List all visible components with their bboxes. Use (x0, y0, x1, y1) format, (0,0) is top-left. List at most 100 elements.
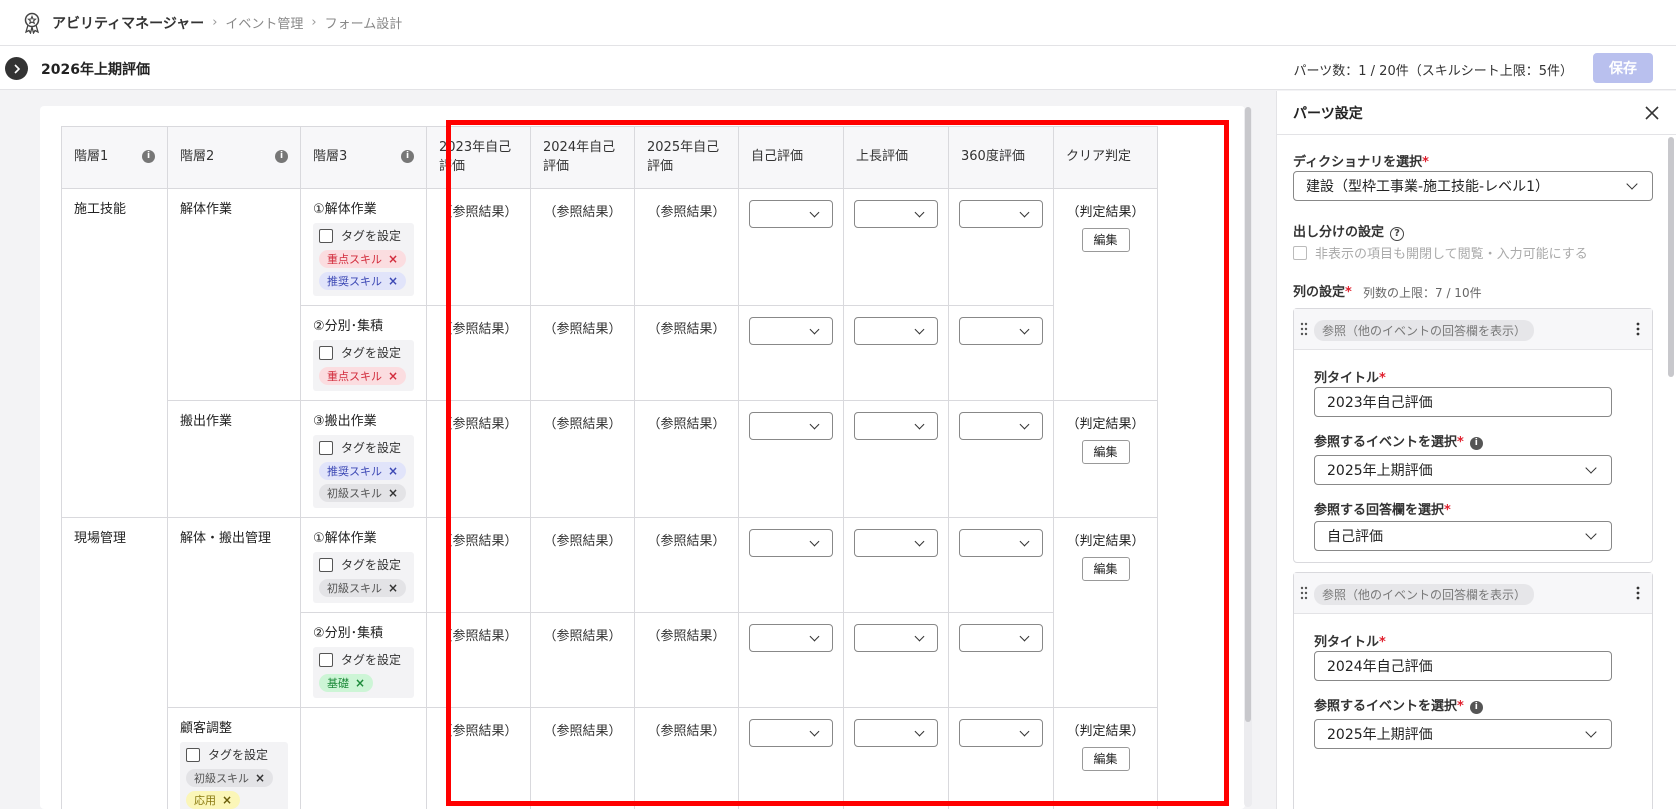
edit-button[interactable]: 編集 (1081, 228, 1130, 252)
column-header-2025-self[interactable]: 2025年自己評価 (634, 126, 739, 189)
remove-tag-icon[interactable]: × (388, 486, 398, 500)
360-eval-select[interactable] (959, 317, 1043, 345)
column-header-self-eval[interactable]: 自己評価 (738, 126, 844, 189)
panel-scrollbar[interactable] (1667, 135, 1675, 809)
close-icon[interactable] (1644, 105, 1660, 121)
help-icon[interactable]: ? (1390, 227, 1405, 241)
edit-button[interactable]: 編集 (1081, 557, 1130, 581)
checkbox[interactable] (319, 440, 333, 455)
boss-eval-select[interactable] (854, 412, 938, 440)
remove-tag-icon[interactable]: × (388, 252, 398, 266)
event-select[interactable]: 2025年上期評価 (1314, 455, 1612, 485)
column-header-2024-self[interactable]: 2024年自己評価 (530, 126, 635, 189)
column-title-label: 列タイトル* (1314, 635, 1386, 650)
info-icon[interactable]: i (401, 150, 414, 164)
remove-tag-icon[interactable]: × (388, 274, 398, 288)
scrollbar-thumb[interactable] (1245, 107, 1251, 722)
360-eval-select[interactable] (959, 529, 1043, 557)
boss-eval-select[interactable] (854, 719, 938, 747)
info-icon[interactable]: i (1469, 701, 1483, 714)
save-button[interactable]: 保存 (1593, 53, 1653, 83)
column-header-360-eval[interactable]: 360度評価 (948, 126, 1054, 189)
tag-chip: 推奨スキル × (319, 272, 407, 290)
level3-cell: ③搬出作業 タグを設定 推奨スキル × 初級スキル × (300, 400, 427, 518)
self-eval-select[interactable] (749, 719, 833, 747)
checkbox[interactable] (186, 747, 200, 762)
self-eval-select[interactable] (749, 317, 833, 345)
item-title: ①解体作業 (313, 202, 377, 217)
checkbox[interactable] (1293, 245, 1307, 260)
boss-eval-select[interactable] (854, 529, 938, 557)
judge-cell: （判定結果） 編集 (1053, 707, 1158, 809)
self-eval-select[interactable] (749, 412, 833, 440)
checkbox[interactable] (319, 557, 333, 572)
tag-set-checkbox[interactable]: タグを設定 (319, 439, 408, 456)
360-eval-select[interactable] (959, 412, 1043, 440)
level2-cell: 搬出作業 (167, 400, 301, 518)
reference-result: （参照結果） (634, 188, 739, 306)
drag-handle-icon[interactable] (1300, 586, 1308, 600)
columns-limit: 列数の上限：7 / 10件 (1363, 286, 1482, 300)
reference-result: （参照結果） (634, 400, 739, 518)
column-header-clear-judge[interactable]: クリア判定 (1053, 126, 1158, 189)
edit-button[interactable]: 編集 (1081, 440, 1130, 464)
column-header-2023-self[interactable]: 2023年自己評価 (426, 126, 531, 189)
360-eval-select[interactable] (959, 719, 1043, 747)
column-title-input[interactable]: 2023年自己評価 (1314, 387, 1612, 417)
column-title-input[interactable]: 2024年自己評価 (1314, 651, 1612, 681)
reference-result: （参照結果） (426, 400, 531, 518)
reference-result: （参照結果） (634, 305, 739, 401)
parts-count: パーツ数：1 / 20件（スキルシート上限：5件） (1293, 64, 1573, 79)
judge-cell: （判定結果） 編集 (1053, 400, 1158, 518)
reference-result: （参照結果） (530, 707, 635, 809)
column-type-badge: 参照（他のイベントの回答欄を表示） (1314, 584, 1535, 605)
tag-set-checkbox[interactable]: タグを設定 (319, 651, 408, 668)
tag-set-checkbox[interactable]: タグを設定 (186, 746, 282, 763)
360-eval-select[interactable] (959, 200, 1043, 228)
360-eval-select[interactable] (959, 624, 1043, 652)
dictionary-select[interactable]: 建設（型枠工事業-施工技能-レベル1） (1293, 171, 1653, 201)
info-icon[interactable]: i (275, 150, 288, 164)
breadcrumb-event-management[interactable]: イベント管理 (225, 13, 303, 32)
checkbox[interactable] (319, 652, 333, 667)
reference-result: （参照結果） (530, 517, 635, 613)
remove-tag-icon[interactable]: × (388, 369, 398, 383)
tag-set-checkbox[interactable]: タグを設定 (319, 227, 408, 244)
remove-tag-icon[interactable]: × (388, 464, 398, 478)
info-icon[interactable]: i (1469, 437, 1483, 450)
tag-box: タグを設定 推奨スキル × 初級スキル × (313, 435, 414, 508)
drag-handle-icon[interactable] (1300, 322, 1308, 336)
self-eval-select[interactable] (749, 200, 833, 228)
panel-title: パーツ設定 (1277, 91, 1676, 135)
canvas-scrollbar[interactable] (1244, 107, 1252, 807)
scrollbar-thumb[interactable] (1668, 137, 1674, 377)
remove-tag-icon[interactable]: × (222, 793, 232, 807)
more-vertical-icon[interactable] (1636, 321, 1640, 337)
remove-tag-icon[interactable]: × (355, 676, 365, 690)
checkbox[interactable] (319, 228, 333, 243)
remove-tag-icon[interactable]: × (255, 771, 265, 785)
reference-result: （参照結果） (426, 612, 531, 708)
boss-eval-select[interactable] (854, 317, 938, 345)
column-header-boss-eval[interactable]: 上長評価 (843, 126, 949, 189)
checkbox[interactable] (319, 345, 333, 360)
reference-result: （参照結果） (530, 612, 635, 708)
app-name[interactable]: アビリティマネージャー (52, 13, 204, 33)
remove-tag-icon[interactable]: × (388, 581, 398, 595)
more-vertical-icon[interactable] (1636, 585, 1640, 601)
tag-box: タグを設定 基礎 × (313, 647, 414, 698)
tag-set-checkbox[interactable]: タグを設定 (319, 344, 408, 361)
tag-set-checkbox[interactable]: タグを設定 (319, 556, 408, 573)
self-eval-select[interactable] (749, 529, 833, 557)
event-select[interactable]: 2025年上期評価 (1314, 719, 1612, 749)
boss-eval-select[interactable] (854, 200, 938, 228)
expand-sidebar-button[interactable] (5, 57, 28, 80)
info-icon[interactable]: i (142, 150, 155, 164)
table-row: 施工技能 解体作業 ①解体作業 タグを設定 重点スキル × 推奨スキル × （参照結… (61, 188, 1158, 518)
answer-select[interactable]: 自己評価 (1314, 521, 1612, 551)
self-eval-select[interactable] (749, 624, 833, 652)
reference-result: （参照結果） (426, 517, 531, 613)
edit-button[interactable]: 編集 (1081, 747, 1130, 771)
dictionary-label: ディクショナリを選択* (1293, 155, 1429, 170)
boss-eval-select[interactable] (854, 624, 938, 652)
